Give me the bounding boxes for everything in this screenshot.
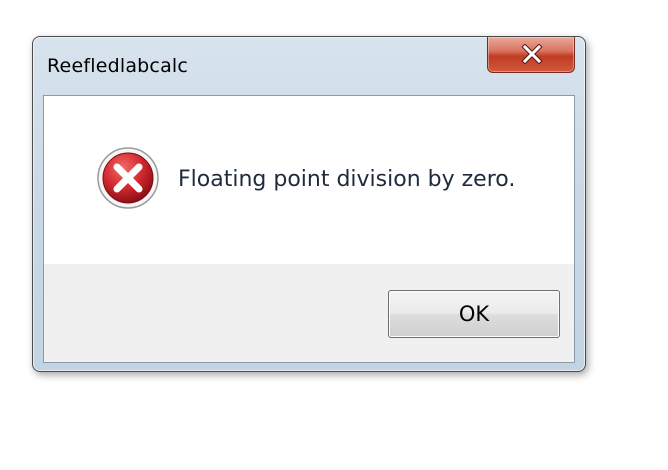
error-message: Floating point division by zero. [178,167,516,192]
close-icon [521,44,543,64]
title-bar[interactable]: Reefledlabcalc [33,37,585,93]
message-area: Floating point division by zero. [44,96,574,264]
button-area: OK [44,264,574,362]
dialog-window: Reefledlabcalc Floating point division b… [32,36,586,372]
error-icon [97,147,159,209]
close-button[interactable] [487,37,575,73]
dialog-body: Floating point division by zero. OK [43,95,575,363]
ok-button[interactable]: OK [388,290,560,338]
window-title: Reefledlabcalc [47,55,189,77]
